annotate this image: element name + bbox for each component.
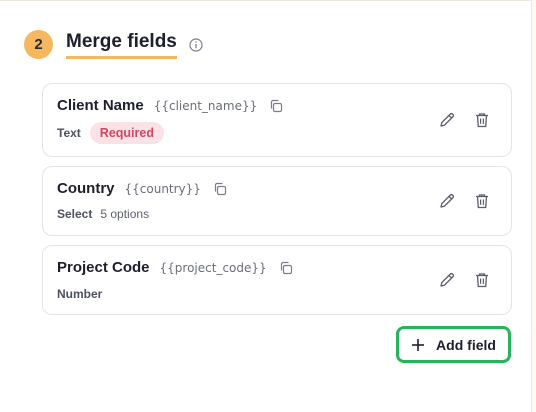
add-field-label: Add field [436,336,496,353]
field-name: Country [57,180,115,197]
pencil-icon[interactable] [438,192,456,210]
field-name: Project Code [57,259,150,276]
field-type: Number [57,287,103,301]
field-card-country: Country {{country}} Select 5 options [42,166,512,236]
field-token: {{project_code}} [159,260,267,275]
trash-icon[interactable] [473,111,491,129]
field-card-client-name: Client Name {{client_name}} Text Require… [42,83,512,157]
trash-icon[interactable] [473,192,491,210]
copy-icon[interactable] [279,261,293,275]
field-token: {{country}} [124,181,201,196]
field-type: Select [57,207,93,221]
pencil-icon[interactable] [438,111,456,129]
plus-icon [411,338,425,352]
pencil-icon[interactable] [438,271,456,289]
field-name: Client Name [57,97,144,114]
trash-icon[interactable] [473,271,491,289]
field-options: 5 options [100,207,150,221]
field-card-project-code: Project Code {{project_code}} Number [42,245,512,315]
copy-icon[interactable] [213,182,227,196]
required-badge: Required [89,122,164,144]
add-field-button[interactable]: Add field [396,326,511,363]
step-badge: 2 [24,30,53,59]
field-type: Text [57,126,81,140]
merge-fields-panel: 2 Merge fields Client Name {{client_name… [0,0,532,412]
field-token: {{client_name}} [153,98,258,113]
section-title: Merge fields [66,31,177,59]
section-header: 2 Merge fields [24,30,203,59]
copy-icon[interactable] [269,99,283,113]
info-icon[interactable] [189,37,203,52]
